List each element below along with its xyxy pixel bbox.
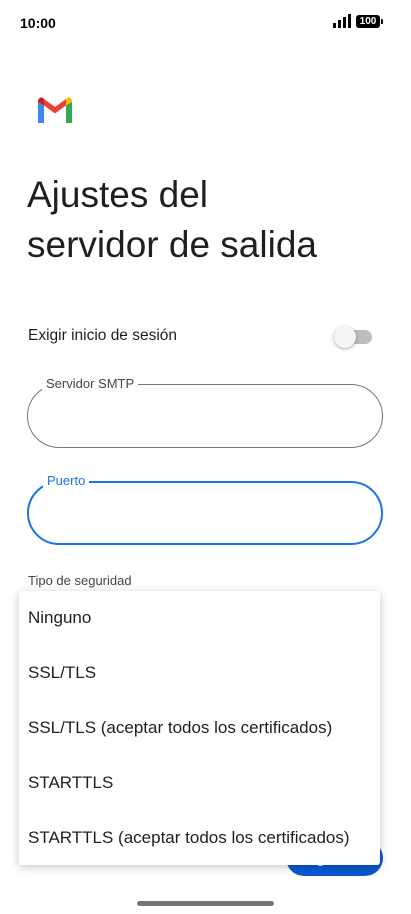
page-title: Ajustes del servidor de salida [27,170,397,270]
page-title-line-2: servidor de salida [27,224,317,265]
security-type-dropdown: Ninguno SSL/TLS SSL/TLS (aceptar todos l… [19,591,380,865]
security-option-ssl-tls[interactable]: SSL/TLS [19,646,380,700]
page-title-line-1: Ajustes del [27,174,208,215]
status-bar: 10:00 100 [0,0,411,44]
port-field[interactable]: Puerto [27,473,383,545]
require-signin-toggle[interactable] [334,326,372,348]
battery-icon: 100 [356,15,383,28]
security-option-none[interactable]: Ninguno [19,591,380,645]
port-label: Puerto [43,473,90,489]
smtp-server-input[interactable] [48,403,352,431]
home-indicator[interactable] [137,901,274,906]
smtp-server-field[interactable]: Servidor SMTP [27,376,383,448]
security-type-label: Tipo de seguridad [28,573,132,588]
signal-icon [333,14,351,28]
status-time: 10:00 [20,15,56,31]
smtp-server-label: Servidor SMTP [42,376,139,392]
toggle-thumb [334,326,356,348]
port-input[interactable] [49,501,353,529]
security-option-starttls-accept-all[interactable]: STARTTLS (aceptar todos los certificados… [19,811,380,865]
require-signin-label: Exigir inicio de sesión [28,327,178,344]
gmail-logo-icon [38,97,72,123]
security-option-ssl-tls-accept-all[interactable]: SSL/TLS (aceptar todos los certificados) [19,701,380,755]
security-option-starttls[interactable]: STARTTLS [19,756,380,810]
